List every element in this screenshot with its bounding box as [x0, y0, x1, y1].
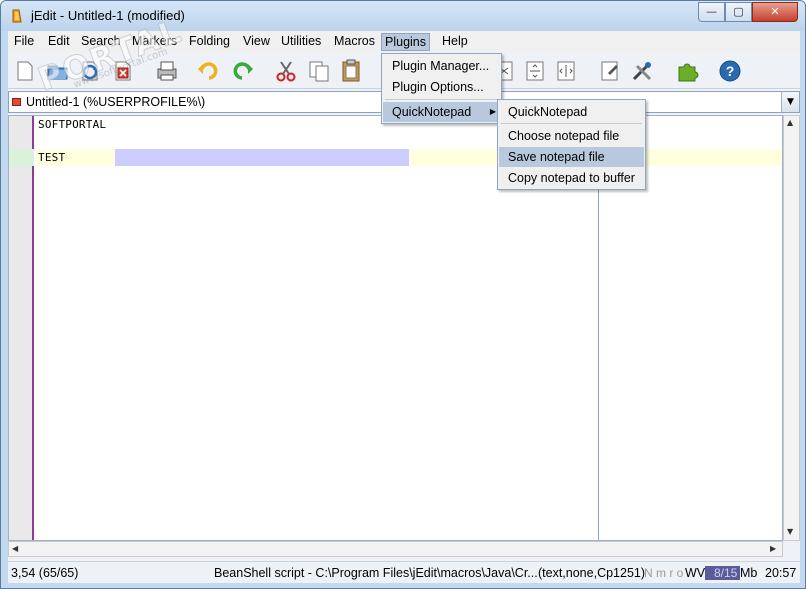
caret-position[interactable]: 3,54 (65/65)	[11, 566, 78, 580]
reload-icon[interactable]	[78, 59, 102, 83]
plugin-options-menu-item[interactable]: Plugin Options...	[383, 77, 500, 97]
memory-status[interactable]: 8/15	[705, 566, 740, 580]
menu-folding[interactable]: Folding	[186, 33, 233, 51]
paste-icon[interactable]	[339, 59, 363, 83]
quicknotepad-menu-label: QuickNotepad	[392, 105, 472, 119]
choose-notepad-file-item[interactable]: Choose notepad file	[499, 126, 644, 146]
menu-separator	[501, 123, 642, 124]
plugin-manager-icon[interactable]	[675, 59, 699, 83]
scroll-down-icon[interactable]: ▼	[787, 527, 793, 536]
plugins-menu: Plugin Manager... Plugin Options... Quic…	[381, 53, 502, 124]
modified-buffer-icon	[12, 98, 21, 106]
menu-edit[interactable]: Edit	[45, 33, 73, 51]
menu-separator	[385, 99, 498, 100]
undo-icon[interactable]	[197, 59, 221, 83]
quicknotepad-menu-item[interactable]: QuickNotepad ▶	[383, 102, 500, 122]
vertical-scrollbar[interactable]: ▲ ▼	[783, 115, 800, 541]
window-title: jEdit - Untitled-1 (modified)	[31, 8, 185, 23]
print-icon[interactable]	[155, 59, 179, 83]
buffer-dropdown-button[interactable]: ▼	[781, 92, 799, 112]
menu-view[interactable]: View	[240, 33, 273, 51]
help-icon[interactable]: ?	[718, 59, 742, 83]
menu-plugins[interactable]: Plugins	[381, 33, 430, 51]
text-area[interactable]: SOFTPORTAL TEST	[8, 115, 783, 541]
buffer-name: Untitled-1 (%USERPROFILE%\)	[26, 95, 206, 109]
scroll-up-icon[interactable]: ▲	[787, 118, 793, 127]
buffer-flags[interactable]: N m r o	[644, 566, 683, 580]
new-file-icon[interactable]	[13, 59, 37, 83]
title-bar: jEdit - Untitled-1 (modified) — ▢ ✕	[1, 1, 805, 31]
jedit-logo-icon	[12, 9, 22, 23]
buffer-mode[interactable]: (text,none,Cp1251)	[538, 566, 645, 580]
menu-bar: File Edit Search Markers Folding View Ut…	[8, 31, 800, 53]
memory-unit: Mb	[740, 566, 758, 580]
fold-icon[interactable]	[523, 59, 547, 83]
plugin-manager-menu-item[interactable]: Plugin Manager...	[383, 56, 500, 76]
global-options-icon[interactable]	[598, 59, 622, 83]
close-file-icon[interactable]	[111, 59, 135, 83]
minimize-button[interactable]: —	[698, 2, 725, 22]
scroll-right-icon[interactable]: ▶	[770, 544, 776, 553]
status-message: BeanShell script - C:\Program Files\jEdi…	[214, 566, 538, 580]
clock: 20:57	[765, 566, 797, 580]
client-area: File Edit Search Markers Folding View Ut…	[8, 31, 800, 583]
gutter-current-line	[9, 149, 34, 166]
text-selection	[115, 149, 409, 166]
wrap-mode[interactable]: WV	[685, 566, 705, 580]
maximize-button[interactable]: ▢	[725, 2, 752, 22]
cut-icon[interactable]	[274, 59, 298, 83]
copy-icon[interactable]	[307, 59, 331, 83]
redo-icon[interactable]	[230, 59, 254, 83]
horizontal-scrollbar[interactable]: ◀ ▶	[8, 541, 783, 557]
menu-utilities[interactable]: Utilities	[278, 33, 324, 51]
status-bar: 3,54 (65/65) BeanShell script - C:\Progr…	[8, 561, 800, 583]
quicknotepad-submenu: QuickNotepad Choose notepad file Save no…	[497, 99, 646, 190]
menu-macros[interactable]: Macros	[331, 33, 378, 51]
code-line: TEST	[38, 151, 66, 164]
scroll-left-icon[interactable]: ◀	[12, 544, 18, 553]
jedit-window: jEdit - Untitled-1 (modified) — ▢ ✕ File…	[0, 0, 806, 589]
menu-file[interactable]: File	[11, 33, 37, 51]
menu-search[interactable]: Search	[78, 33, 124, 51]
close-button[interactable]: ✕	[752, 2, 798, 22]
open-file-icon[interactable]	[46, 59, 70, 83]
copy-notepad-to-buffer-item[interactable]: Copy notepad to buffer	[499, 168, 644, 188]
menu-markers[interactable]: Markers	[129, 33, 180, 51]
split-icon[interactable]	[554, 59, 578, 83]
code-line: SOFTPORTAL	[38, 118, 107, 131]
menu-help[interactable]: Help	[439, 33, 471, 51]
submenu-arrow-icon: ▶	[489, 107, 496, 116]
plugin-options-icon[interactable]	[630, 59, 654, 83]
svg-text:?: ?	[726, 63, 735, 79]
gutter[interactable]	[9, 116, 34, 540]
quicknotepad-open-item[interactable]: QuickNotepad	[499, 102, 644, 122]
save-notepad-file-item[interactable]: Save notepad file	[499, 147, 644, 167]
